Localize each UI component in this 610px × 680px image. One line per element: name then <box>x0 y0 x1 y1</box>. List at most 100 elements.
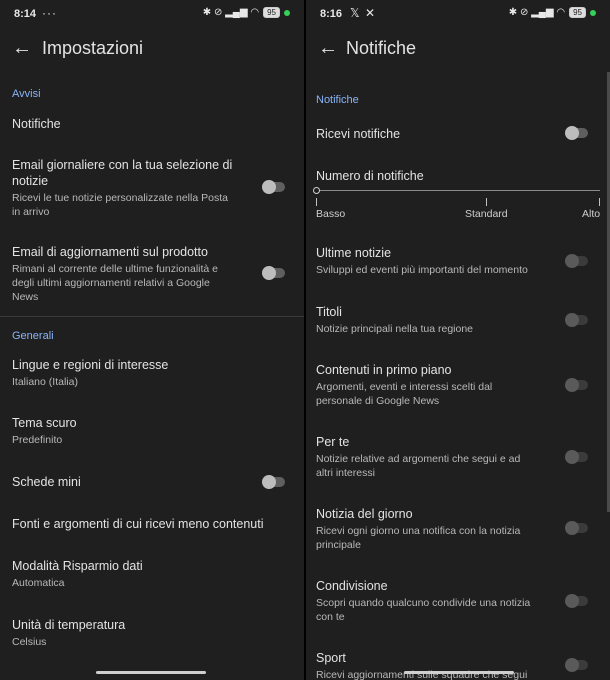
item-subtitle: Rimani al corrente delle ultime funziona… <box>12 263 219 303</box>
back-arrow-icon[interactable]: ← <box>12 36 32 60</box>
toggle-knob <box>565 450 579 464</box>
toggle-knob <box>262 475 276 489</box>
contenuti-primo-piano-toggle[interactable] <box>565 378 588 392</box>
status-icons-glyphs: ✱ ⊘ ▂▄▆ ◠ <box>508 7 566 18</box>
item-subtitle: Notizie relative ad argomenti che segui … <box>316 453 521 479</box>
slider-tick-alto <box>599 198 600 206</box>
settings-item-fonti[interactable]: Fonti e argomenti di cui ricevi meno con… <box>12 516 286 532</box>
item-title: Ultime notizie <box>316 246 392 260</box>
slider-label-alto: Alto <box>582 208 601 220</box>
app-bar: ← Impostazioni <box>0 34 304 64</box>
setting-ultime-notizie[interactable]: Ultime notizie Sviluppi ed eventi più im… <box>316 245 592 277</box>
slider-tick-standard <box>486 198 487 206</box>
setting-per-te[interactable]: Per te Notizie relative ad argomenti che… <box>316 434 592 480</box>
toggle-knob <box>565 313 579 327</box>
condivisione-toggle[interactable] <box>565 594 588 608</box>
battery-icon: 95 <box>263 7 280 18</box>
item-title: Notifiche <box>12 117 61 131</box>
sport-toggle[interactable] <box>565 658 588 672</box>
toggle-knob <box>565 254 579 268</box>
page-title: Impostazioni <box>42 38 144 58</box>
item-subtitle: Ricevi le tue notizie personalizzate nel… <box>12 192 228 218</box>
item-subtitle: Italiano (Italia) <box>12 376 78 388</box>
toggle-knob <box>262 180 276 194</box>
per-te-toggle[interactable] <box>565 450 588 464</box>
ricevi-notifiche-toggle[interactable] <box>565 126 588 140</box>
privacy-dot-icon <box>590 9 596 16</box>
page-title: Notifiche <box>346 38 417 58</box>
toggle-knob <box>565 378 579 392</box>
setting-condivisione[interactable]: Condivisione Scopri quando qualcuno cond… <box>316 578 592 624</box>
gesture-home-bar[interactable] <box>404 671 514 674</box>
item-title: Email di aggiornamenti sul prodotto <box>12 245 208 259</box>
item-title: Titoli <box>316 305 342 319</box>
back-arrow-icon[interactable]: ← <box>318 36 338 60</box>
item-title: Lingue e regioni di interesse <box>12 358 169 372</box>
setting-contenuti-primo-piano[interactable]: Contenuti in primo piano Argomenti, even… <box>316 362 592 408</box>
item-title: Notizia del giorno <box>316 507 413 521</box>
privacy-dot-icon <box>284 9 290 16</box>
notification-count-slider-thumb[interactable] <box>313 187 320 194</box>
status-system-icons: ✱ ⊘ ▂▄▆ ◠ 95 <box>203 7 290 18</box>
settings-item-lingue[interactable]: Lingue e regioni di interesse Italiano (… <box>12 357 286 389</box>
status-notification-icons: ··· <box>42 6 57 20</box>
status-icons-glyphs: ✱ ⊘ ▂▄▆ ◠ <box>202 7 260 18</box>
section-header-avvisi: Avvisi <box>12 88 41 100</box>
titoli-toggle[interactable] <box>565 313 588 327</box>
item-subtitle: Automatica <box>12 577 65 589</box>
item-title: Tema scuro <box>12 416 77 430</box>
item-title: Email giornaliere con la tua selezione d… <box>12 158 233 188</box>
slider-label-standard: Standard <box>465 208 508 220</box>
status-time: 8:14 <box>14 8 37 20</box>
item-subtitle: Argomenti, eventi e interessi scelti dal… <box>316 381 493 407</box>
battery-icon: 95 <box>569 7 586 18</box>
toggle-knob <box>565 594 579 608</box>
setting-ricevi-notifiche[interactable]: Ricevi notifiche <box>316 126 592 142</box>
settings-item-email-aggiornamenti[interactable]: Email di aggiornamenti sul prodotto Rima… <box>12 244 286 304</box>
item-subtitle: Ricevi aggiornamenti sulle squadre che s… <box>316 669 528 680</box>
notizia-del-giorno-toggle[interactable] <box>565 521 588 535</box>
status-time: 8:16 <box>320 8 343 20</box>
section-divider <box>0 316 304 317</box>
settings-item-tema-scuro[interactable]: Tema scuro Predefinito <box>12 415 286 447</box>
status-system-icons: ✱ ⊘ ▂▄▆ ◠ 95 <box>509 7 596 18</box>
email-aggiornamenti-toggle[interactable] <box>262 266 285 280</box>
item-title: Condivisione <box>316 579 388 593</box>
item-title: Contenuti in primo piano <box>316 363 452 377</box>
item-title: Fonti e argomenti di cui ricevi meno con… <box>12 517 264 531</box>
setting-notizia-del-giorno[interactable]: Notizia del giorno Ricevi ogni giorno un… <box>316 506 592 552</box>
item-subtitle: Notizie principali nella tua regione <box>316 323 474 335</box>
section-header-generali: Generali <box>12 330 54 342</box>
toggle-knob <box>565 521 579 535</box>
settings-item-schede-mini[interactable]: Schede mini <box>12 474 286 490</box>
item-subtitle: Scopri quando qualcuno condivide una not… <box>316 597 531 623</box>
status-bar: 8:16 𝕏 ✕ ✱ ⊘ ▂▄▆ ◠ 95 <box>306 0 610 28</box>
item-title: Modalità Risparmio dati <box>12 559 143 573</box>
slider-label-basso: Basso <box>316 208 346 220</box>
toggle-knob <box>565 126 579 140</box>
item-subtitle: Celsius <box>12 636 47 648</box>
notification-count-slider-track[interactable] <box>316 190 600 191</box>
app-bar: ← Notifiche <box>306 34 610 64</box>
notifications-screen: 8:16 𝕏 ✕ ✱ ⊘ ▂▄▆ ◠ 95 ← Notifiche Notifi… <box>306 0 610 680</box>
gesture-home-bar[interactable] <box>96 671 206 674</box>
settings-item-email-giornaliere[interactable]: Email giornaliere con la tua selezione d… <box>12 157 286 219</box>
item-title: Unità di temperatura <box>12 618 126 632</box>
settings-item-risparmio-dati[interactable]: Modalità Risparmio dati Automatica <box>12 558 286 590</box>
setting-numero-notifiche: Numero di notifiche <box>316 168 592 184</box>
section-header-notifiche: Notifiche <box>316 94 359 106</box>
setting-titoli[interactable]: Titoli Notizie principali nella tua regi… <box>316 304 592 336</box>
schede-mini-toggle[interactable] <box>262 475 285 489</box>
settings-item-notifiche[interactable]: Notifiche <box>12 116 286 132</box>
ultime-notizie-toggle[interactable] <box>565 254 588 268</box>
item-title: Ricevi notifiche <box>316 127 401 141</box>
status-notification-icons: 𝕏 ✕ <box>350 6 377 20</box>
item-subtitle: Predefinito <box>12 434 63 446</box>
setting-sport[interactable]: Sport Ricevi aggiornamenti sulle squadre… <box>316 650 592 680</box>
item-title: Numero di notifiche <box>316 169 424 183</box>
email-giornaliere-toggle[interactable] <box>262 180 285 194</box>
slider-tick-basso <box>316 198 317 206</box>
status-bar: 8:14 ··· ✱ ⊘ ▂▄▆ ◠ 95 <box>0 0 304 28</box>
settings-item-temperatura[interactable]: Unità di temperatura Celsius <box>12 617 286 649</box>
item-title: Sport <box>316 651 346 665</box>
